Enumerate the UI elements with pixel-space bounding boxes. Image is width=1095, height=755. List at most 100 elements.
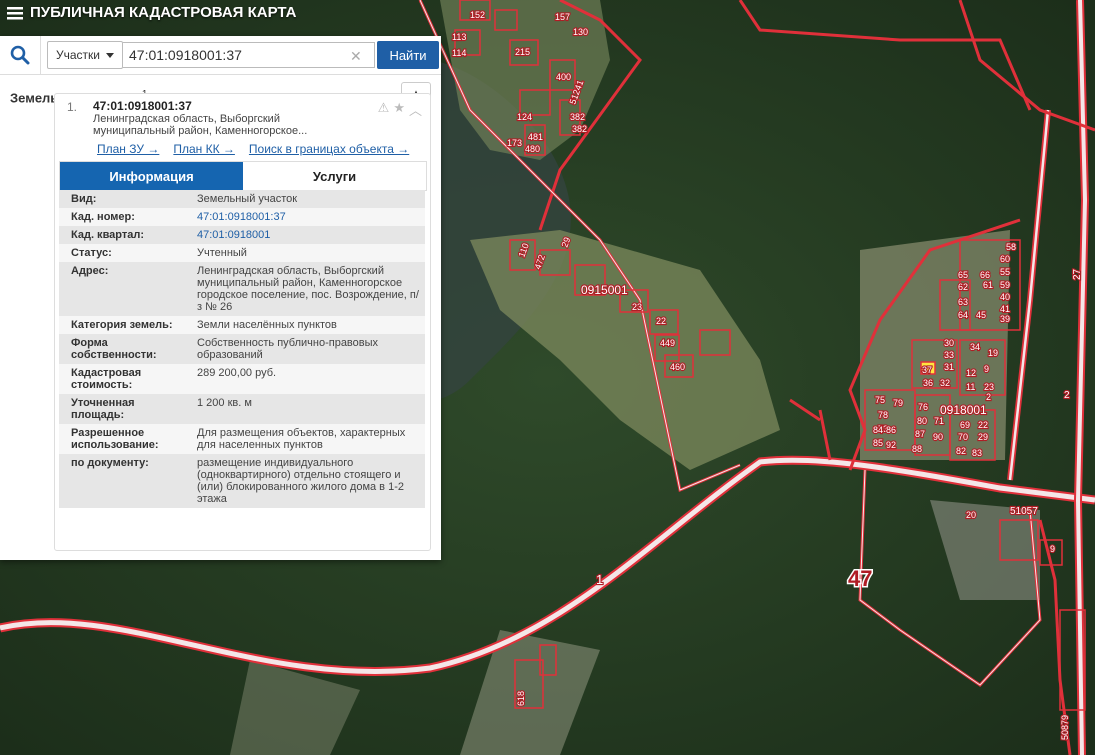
warning-icon[interactable]: ⚠ [378,100,390,119]
quarter-label: 0918001 [940,403,987,417]
parcel-label: 618 [516,691,526,706]
link-plan-zu[interactable]: План ЗУ → [97,142,159,156]
app-header: ПУБЛИЧНАЯ КАДАСТРОВАЯ КАРТА [0,0,296,26]
search-bar: Участки ✕ Найти [0,36,441,75]
info-key: Кад. квартал: [71,229,145,241]
info-key: Уточненная площадь: [71,397,135,421]
parcel-label: 382 [572,124,587,134]
parcel-label: 114 [452,48,466,58]
info-value: 289 200,00 руб. [197,367,277,379]
parcel-label: 400 [556,72,571,82]
parcel-label: 83 [972,448,982,458]
link-plan-kk[interactable]: План КК → [173,142,235,156]
table-row: Адрес: Ленинградская область, Выборгский … [59,262,425,316]
info-value: размещение индивидуального (одноквартирн… [197,457,404,505]
parcel-label: 64 [958,310,968,320]
parcel-label: 29 [978,432,988,442]
road-label: 50879 [1060,715,1070,740]
parcel-label: 32 [940,378,950,388]
result-index: 1. [67,100,78,114]
info-value-link[interactable]: 47:01:0918001 [185,226,425,244]
table-row: Статус: Учтенный [59,244,425,262]
parcel-label: 2 [986,392,991,402]
chevron-down-icon [106,52,114,58]
info-key: Кад. номер: [71,211,135,223]
find-button[interactable]: Найти [377,41,439,69]
info-key: Форма собственности: [71,337,157,361]
parcel-label: 113 [452,32,466,42]
parcel-label: 41 [1000,304,1010,314]
info-value: Учтенный [197,247,247,259]
search-input[interactable] [123,42,375,68]
info-value: Собственность публично-правовых образова… [197,337,379,361]
menu-icon[interactable] [6,5,24,21]
table-row: Кад. номер: 47:01:0918001:37 [59,208,425,226]
parcel-label: 19 [988,348,998,358]
table-row: Вид: Земельный участок [59,190,425,208]
info-key: Кадастровая стоимость: [71,367,142,391]
parcel-label: 60 [1000,254,1010,264]
parcel-label: 124 [517,112,532,122]
parcel-label: 70 [958,432,968,442]
parcel-label: 31 [944,362,954,372]
table-row: Кад. квартал: 47:01:0918001 [59,226,425,244]
parcel-label: 12 [966,368,976,378]
star-icon[interactable]: ★ [393,100,405,119]
result-address-line2: муниципальный район, Каменногорское... [93,125,308,137]
search-type-select[interactable]: Участки [47,41,123,69]
parcel-label: 66 [980,270,990,280]
road-label: 47 [848,566,872,591]
parcel-label: 173 [507,138,522,148]
parcel-label: 88 [912,444,922,454]
result-tabs: Информация Услуги [59,161,427,191]
info-key: Вид: [71,193,97,205]
info-value: Для размещения объектов, характерных для… [197,427,406,451]
parcel-label: 39 [1000,314,1010,324]
parcel-label: 40 [1000,292,1010,302]
info-value: Ленинградская область, Выборгский муници… [197,265,419,313]
result-address-line1: Ленинградская область, Выборгский [93,113,280,125]
parcel-label: 30 [944,338,954,348]
parcel-label: 34 [970,342,980,352]
parcel-label: 481 [528,132,543,142]
link-search-within[interactable]: Поиск в границах объекта → [249,142,409,156]
quarter-label: 0915001 [581,283,628,297]
search-toggle-button[interactable] [0,36,41,74]
road-label: 2 [1064,390,1070,401]
info-value: Земли населённых пунктов [197,319,337,331]
table-row: Кадастровая стоимость: 289 200,00 руб. [59,364,425,394]
parcel-label: 460 [670,362,685,372]
tab-services[interactable]: Услуги [243,162,426,190]
search-icon [10,45,30,65]
table-row: Форма собственности: Собственность публич… [59,334,425,364]
result-cadastral-number[interactable]: 47:01:0918001:37 [93,99,422,113]
parcel-label: 449 [660,338,675,348]
info-key: Разрешенное использование: [71,427,159,451]
parcel-label: 23 [632,302,642,312]
parcel-label: 84 [873,425,883,435]
chevron-up-icon[interactable]: ︿ [409,100,422,119]
road-label: 1 [596,572,603,587]
parcel-label: 86 [886,425,896,435]
parcel-label: 157 [555,12,570,22]
parcel-label: 9 [1050,544,1055,554]
parcel-label: 9 [984,364,989,374]
parcel-label: 65 [958,270,968,280]
clear-icon[interactable]: ✕ [350,48,362,65]
parcel-label: 78 [878,410,888,420]
info-value: 1 200 кв. м [197,397,252,409]
info-key: Адрес: [71,265,109,277]
parcel-label: 87 [915,429,925,439]
parcel-label: 58 [1006,242,1016,252]
parcel-label: 75 [875,395,885,405]
search-type-value: Участки [56,48,100,62]
info-key: Статус: [71,247,112,259]
table-row: по документу: размещение индивидуального … [59,454,425,508]
road-label: 51057 [1010,506,1038,517]
info-value-link[interactable]: 47:01:0918001:37 [185,208,425,226]
tab-information[interactable]: Информация [60,162,243,190]
parcel-label: 152 [470,10,485,20]
result-card[interactable]: 1. 47:01:0918001:37 Ленинградская област… [54,93,431,551]
parcel-label: 20 [966,510,976,520]
parcel-label: 36 [923,378,933,388]
